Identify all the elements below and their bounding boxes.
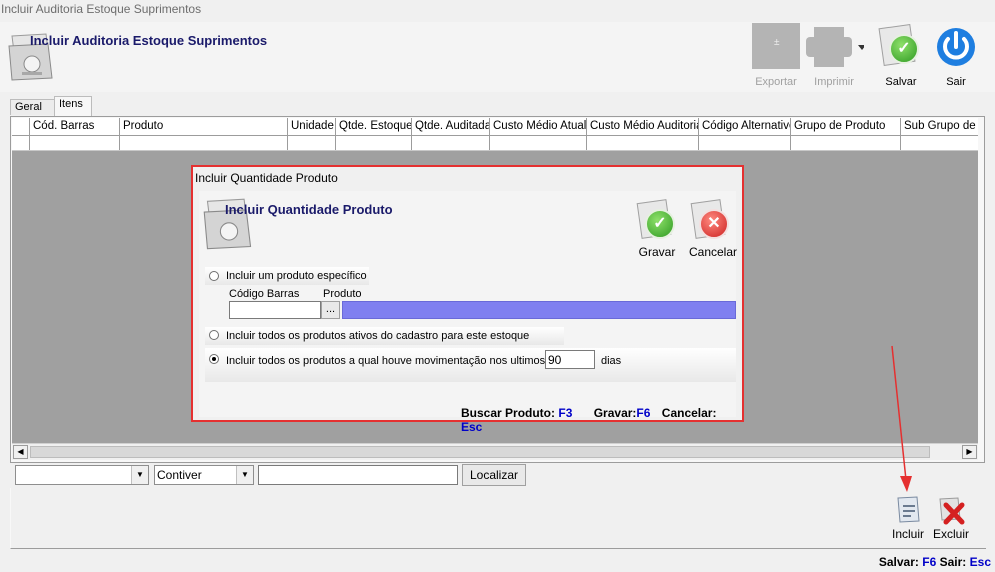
- actions-area: [10, 488, 986, 549]
- cancel-label: Cancelar: [688, 245, 738, 259]
- save-button[interactable]: ✓ Salvar: [876, 22, 926, 88]
- status-exit-text: Sair:: [939, 555, 967, 569]
- grid-horizontal-scrollbar[interactable]: ◀ ▶: [12, 443, 978, 460]
- filter-field-select[interactable]: ▼: [15, 465, 149, 485]
- confirm-label: Gravar: [638, 245, 676, 259]
- save-check-icon: ✓: [636, 199, 679, 241]
- column-header[interactable]: Custo Médio Auditoria: [587, 118, 699, 135]
- option-movement-label[interactable]: Incluir todos os produtos a qual houve m…: [226, 355, 545, 367]
- grid-header: Cód. Barras Produto Unidade Qtde. Estoqu…: [12, 118, 978, 136]
- browse-product-button[interactable]: ...: [321, 301, 340, 319]
- days-input[interactable]: [545, 350, 595, 369]
- add-item-label: Incluir: [891, 527, 924, 541]
- save-label: Salvar: [885, 76, 917, 88]
- dialog-shortcut-hints: Buscar Produto: F3 Gravar:F6 Cancelar: E…: [461, 406, 736, 434]
- dialog-body: Incluir Quantidade Produto ✓ Gravar ✕ Ca…: [199, 191, 739, 434]
- cancel-x-icon: ✕: [690, 199, 733, 241]
- save-check-icon: ✓: [878, 23, 921, 67]
- print-label: Imprimir: [814, 76, 854, 88]
- confirm-button[interactable]: ✓ Gravar: [635, 199, 679, 259]
- dialog-title: Incluir Quantidade Produto: [225, 202, 393, 217]
- hint-save-key: F6: [636, 406, 651, 420]
- column-header[interactable]: Grupo de Produto: [791, 118, 901, 135]
- include-quantity-dialog: Incluir Quantidade Produto Incluir Quant…: [191, 165, 744, 434]
- column-header[interactable]: Qtde. Estoque: [336, 118, 412, 135]
- column-header[interactable]: Unidade: [288, 118, 336, 135]
- grid-indicator-column: [12, 118, 30, 135]
- search-button[interactable]: Localizar: [462, 464, 526, 486]
- window-title: Incluir Auditoria Estoque Suprimentos: [0, 0, 995, 22]
- hint-cancel-text: Cancelar:: [661, 406, 717, 420]
- option-specific-label[interactable]: Incluir um produto específico: [226, 270, 367, 282]
- product-field[interactable]: [342, 301, 736, 319]
- delete-x-icon: [939, 497, 965, 525]
- cancel-button[interactable]: ✕ Cancelar: [687, 199, 739, 259]
- chevron-down-icon[interactable]: ▼: [236, 466, 253, 484]
- form-header: Incluir Auditoria Estoque Suprimentos ± …: [0, 22, 995, 92]
- print-button[interactable]: Imprimir: [804, 22, 870, 88]
- column-header[interactable]: Produto: [120, 118, 288, 135]
- export-label: Exportar: [755, 76, 797, 88]
- days-label: dias: [601, 355, 622, 367]
- hint-search-text: Buscar Produto:: [461, 406, 556, 420]
- status-save-key: F6: [922, 555, 937, 569]
- barcode-input[interactable]: [229, 301, 321, 319]
- option-all-active-label[interactable]: Incluir todos os produtos ativos do cada…: [226, 330, 529, 342]
- annotation-arrow: [891, 345, 912, 492]
- page-title: Incluir Auditoria Estoque Suprimentos: [30, 33, 268, 48]
- export-icon: ±: [752, 23, 800, 69]
- add-item-button[interactable]: Incluir: [888, 495, 928, 541]
- option-all-active-radio[interactable]: [209, 330, 219, 340]
- hint-search-key: F3: [558, 406, 573, 420]
- filter-search-input[interactable]: [258, 465, 458, 485]
- delete-item-label: Excluir: [932, 527, 969, 541]
- column-header[interactable]: Código Alternativo: [699, 118, 791, 135]
- dialog-window-title: Incluir Quantidade Produto: [195, 171, 338, 185]
- status-bar-shortcuts: Salvar: F6 Sair: Esc: [879, 555, 991, 569]
- column-header[interactable]: Sub Grupo de P: [901, 118, 978, 135]
- option-movement-radio[interactable]: [209, 354, 219, 364]
- exit-label: Sair: [946, 76, 966, 88]
- tab-geral[interactable]: Geral: [10, 99, 58, 115]
- tab-itens-label: Itens: [59, 98, 83, 110]
- chevron-down-icon[interactable]: ▼: [131, 466, 148, 484]
- scroll-thumb[interactable]: [30, 446, 930, 458]
- scroll-right-arrow-icon[interactable]: ▶: [962, 445, 977, 459]
- delete-item-button[interactable]: Excluir: [930, 495, 972, 541]
- filter-operator-select[interactable]: Contiver ▼: [154, 465, 254, 485]
- exit-button[interactable]: Sair: [932, 22, 980, 88]
- power-icon: [937, 28, 975, 66]
- tab-geral-label: Geral: [15, 101, 42, 113]
- column-header[interactable]: Custo Médio Atual: [490, 118, 587, 135]
- product-label: Produto: [323, 288, 362, 300]
- status-exit-key: Esc: [969, 555, 991, 569]
- filter-operator-value: Contiver: [157, 468, 202, 482]
- option-specific-radio[interactable]: [209, 271, 219, 281]
- table-row[interactable]: [12, 136, 978, 151]
- hint-save-text: Gravar:: [593, 406, 637, 420]
- tab-itens[interactable]: Itens: [54, 96, 92, 116]
- column-header[interactable]: Cód. Barras: [30, 118, 120, 135]
- printer-icon: [806, 27, 864, 67]
- column-header[interactable]: Qtde. Auditada: [412, 118, 490, 135]
- export-button[interactable]: ± Exportar: [752, 22, 800, 88]
- scroll-left-arrow-icon[interactable]: ◀: [13, 445, 28, 459]
- hint-cancel-key: Esc: [461, 420, 483, 434]
- status-save-text: Salvar:: [878, 555, 919, 569]
- barcode-label: Código Barras: [229, 288, 300, 300]
